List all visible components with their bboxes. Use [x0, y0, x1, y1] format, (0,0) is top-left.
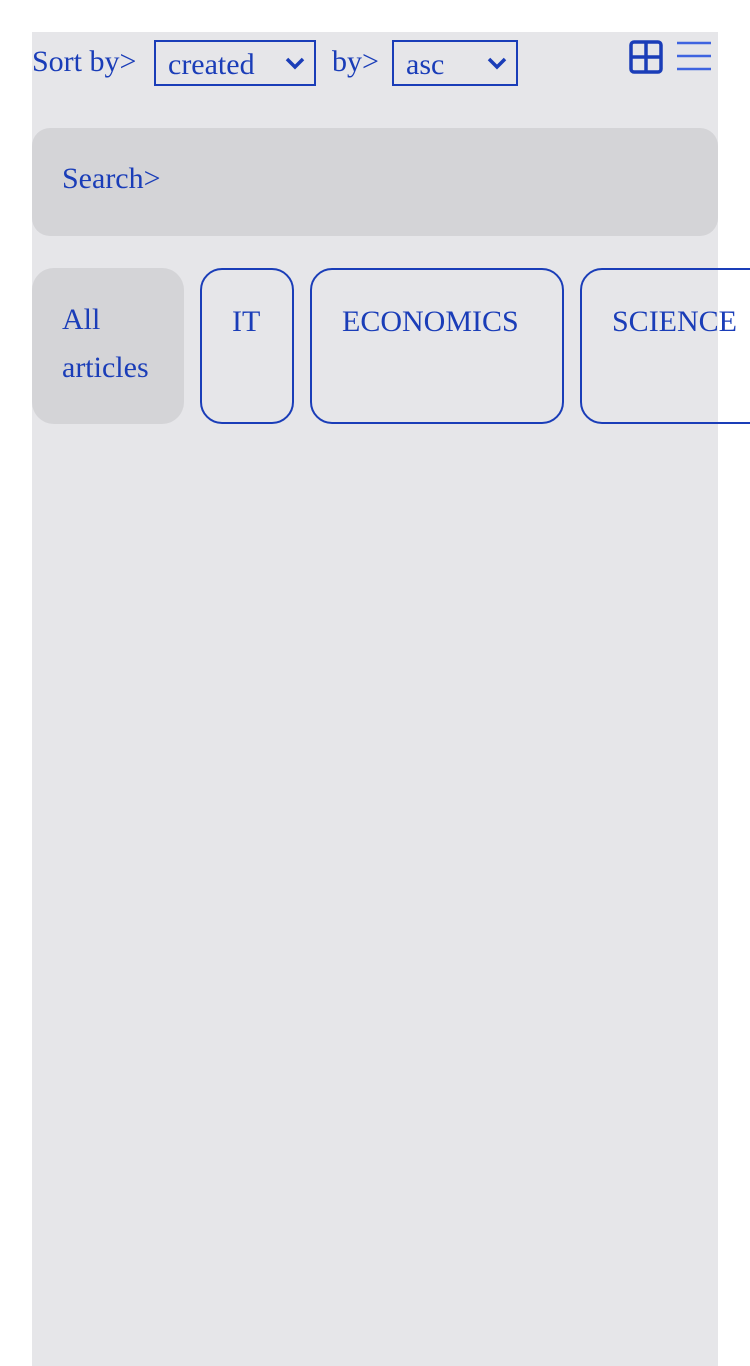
sort-by-label: Sort by> [32, 45, 137, 78]
chevron-down-icon [285, 57, 305, 70]
sort-order-value: asc [406, 48, 445, 81]
grid-view-icon[interactable] [629, 40, 663, 74]
chevron-down-icon [487, 57, 507, 70]
sort-field-value: created [168, 48, 255, 81]
sort-bar: Sort by> created by> asc [32, 40, 718, 90]
category-chip-all-articles[interactable]: All articles [32, 268, 184, 424]
search-placeholder: Search> [62, 162, 161, 195]
category-chip-label: ECONOMICS [342, 305, 519, 338]
sort-field-select[interactable]: created [154, 40, 316, 86]
list-view-icon[interactable] [676, 40, 712, 74]
category-chip-science[interactable]: SCIENCE [580, 268, 750, 424]
category-chip-label: All articles [62, 303, 149, 384]
category-chip-it[interactable]: IT [200, 268, 294, 424]
sort-order-select[interactable]: asc [392, 40, 518, 86]
category-chip-economics[interactable]: ECONOMICS [310, 268, 564, 424]
category-chip-label: IT [232, 305, 261, 338]
order-by-label: by> [332, 45, 379, 78]
category-filter-bar: All articles IT ECONOMICS SCIENCE [32, 268, 750, 424]
search-field[interactable]: Search> [32, 128, 718, 236]
category-chip-label: SCIENCE [612, 305, 738, 338]
